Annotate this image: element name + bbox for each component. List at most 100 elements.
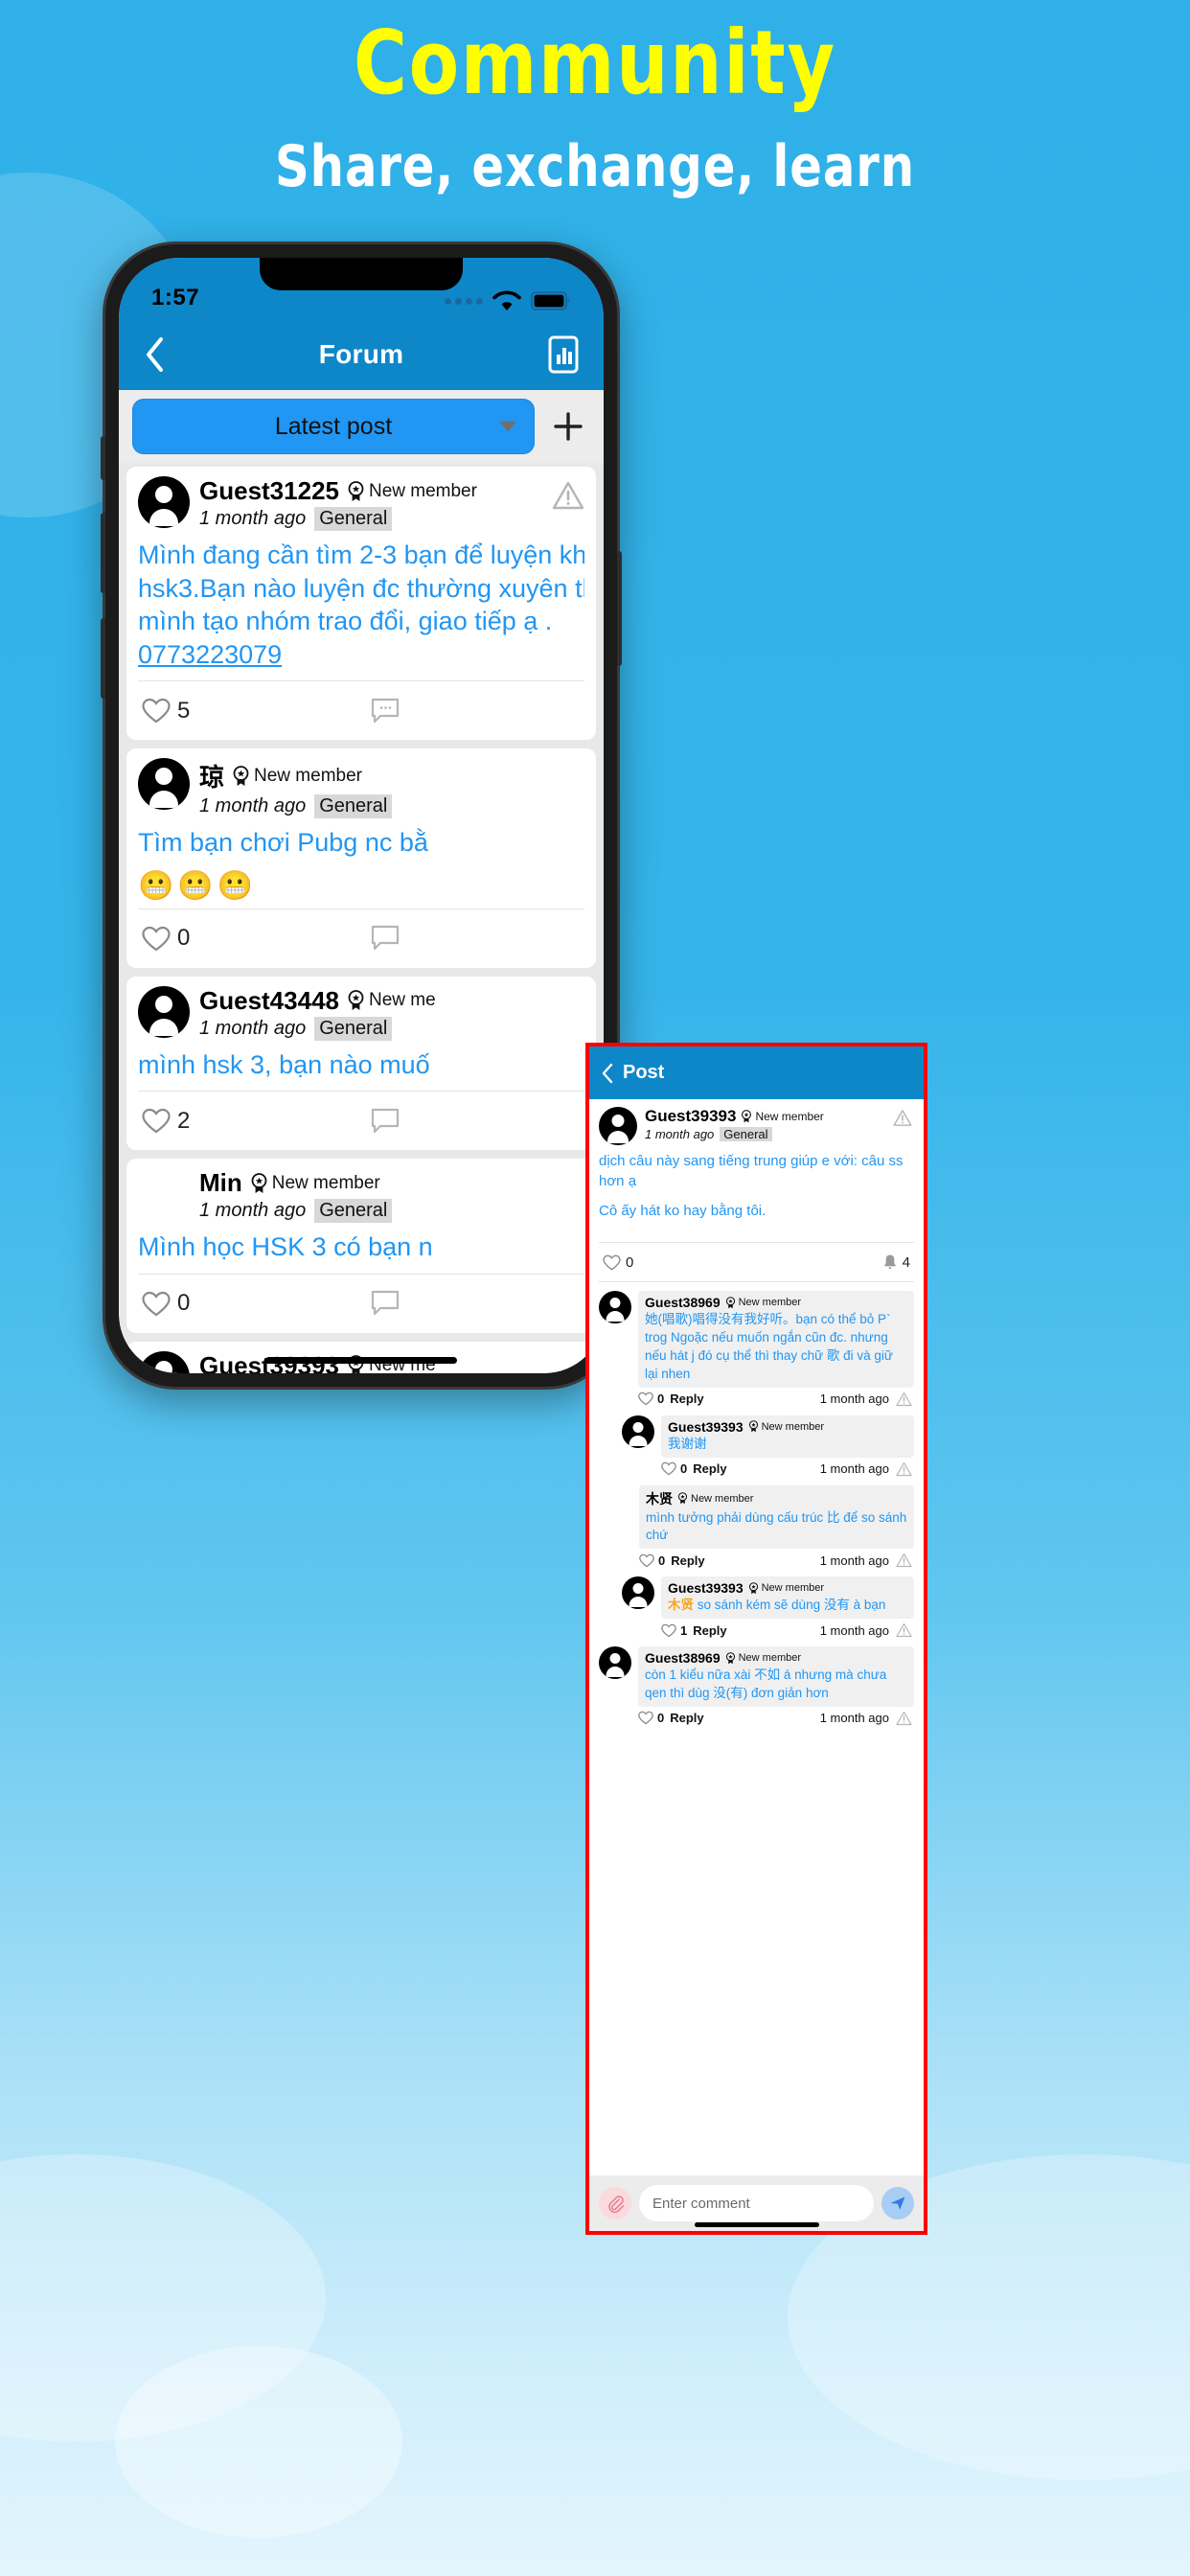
report-button[interactable] xyxy=(896,1622,912,1638)
post-category-tag[interactable]: General xyxy=(314,794,393,819)
member-badge: New member xyxy=(725,1651,801,1665)
overlay-scroll-area[interactable]: Guest39393 New member 1 month ago Genera… xyxy=(589,1099,924,2175)
ranking-button[interactable] xyxy=(540,335,579,374)
post-timestamp: 1 month ago xyxy=(199,795,307,817)
comment-item[interactable]: Guest39393 New member 木贤 so sánh kém sẽ … xyxy=(589,1568,924,1638)
warning-triangle-icon xyxy=(896,1461,912,1476)
report-button[interactable] xyxy=(893,1109,912,1127)
like-count: 0 xyxy=(680,1461,688,1477)
overlay-post-category-tag[interactable]: General xyxy=(720,1127,772,1141)
comment-mention[interactable]: 木贤 xyxy=(668,1598,694,1612)
post-meta: 琼 New member 1 month ago General xyxy=(199,758,584,819)
user-avatar-icon[interactable] xyxy=(138,1350,190,1373)
bell-count: 4 xyxy=(902,1254,910,1271)
report-button[interactable] xyxy=(896,1392,912,1407)
post-body-line: Mình đang cần tìm 2-3 bạn để luyện khẩu … xyxy=(138,540,584,569)
comment-username[interactable]: Guest39393 xyxy=(668,1419,744,1435)
comment-button[interactable] xyxy=(371,1108,400,1135)
like-button[interactable]: 0 xyxy=(638,1392,664,1406)
post-category-tag[interactable]: General xyxy=(314,507,393,531)
reply-button[interactable]: Reply xyxy=(671,1553,704,1568)
post-username[interactable]: Guest43448 xyxy=(199,986,339,1016)
post-phone-link[interactable]: 0773223079 xyxy=(138,638,584,672)
member-badge-label: New member xyxy=(755,1110,824,1123)
comment-footer: 1 Reply 1 month ago xyxy=(661,1622,914,1638)
like-button[interactable]: 2 xyxy=(142,1108,190,1135)
post-body-line: mình hsk 3, bạn nào muố xyxy=(138,1049,430,1079)
report-button[interactable] xyxy=(896,1711,912,1726)
post-card[interactable]: Guest43448 New me 1 month ago General mì… xyxy=(126,976,596,1151)
comment-bubble: Guest38969 New member 她(唱歌)唱得没有我好听。bạn c… xyxy=(638,1291,914,1388)
add-post-button[interactable] xyxy=(546,399,590,454)
comment-username[interactable]: Guest39393 xyxy=(668,1580,744,1596)
post-card[interactable]: Min New member 1 month ago General Mình … xyxy=(126,1159,596,1333)
like-button[interactable]: 1 xyxy=(661,1623,687,1638)
sort-dropdown-label: Latest post xyxy=(274,412,393,440)
report-button[interactable] xyxy=(896,1552,912,1568)
like-button[interactable]: 0 xyxy=(638,1711,664,1725)
user-avatar-icon[interactable] xyxy=(138,758,190,811)
comment-item[interactable]: 木贤 New member mình tưởng phải dùng cấu t… xyxy=(589,1477,924,1569)
bell-icon xyxy=(883,1254,896,1269)
user-avatar-icon[interactable] xyxy=(599,1107,637,1145)
home-indicator[interactable] xyxy=(694,2222,819,2227)
post-username[interactable]: Guest31225 xyxy=(199,476,339,506)
comment-username[interactable]: Guest38969 xyxy=(645,1650,721,1666)
user-avatar-icon[interactable] xyxy=(599,1291,631,1324)
user-avatar-icon[interactable] xyxy=(622,1576,654,1610)
comment-button[interactable] xyxy=(371,698,400,724)
reply-button[interactable]: Reply xyxy=(670,1711,703,1725)
back-button[interactable] xyxy=(144,336,182,373)
report-button[interactable] xyxy=(896,1461,912,1477)
sort-dropdown[interactable]: Latest post xyxy=(132,399,535,454)
overlay-back-button[interactable] xyxy=(601,1063,613,1084)
promo-headline: Community xyxy=(353,12,837,114)
post-category-tag[interactable]: General xyxy=(314,1016,393,1041)
post-actions: 2 xyxy=(138,1091,584,1150)
user-avatar-icon[interactable] xyxy=(599,1646,631,1680)
comment-username[interactable]: Guest38969 xyxy=(645,1295,721,1310)
post-actions: 0 xyxy=(138,1273,584,1333)
post-username[interactable]: Min xyxy=(199,1168,242,1198)
reply-button[interactable]: Reply xyxy=(670,1392,703,1406)
send-button[interactable] xyxy=(881,2187,914,2220)
heart-icon xyxy=(142,926,171,952)
overlay-post-timestamp: 1 month ago xyxy=(645,1127,715,1141)
post-card[interactable]: 琼 New member 1 month ago General Tìm bạn… xyxy=(126,748,596,968)
reply-button[interactable]: Reply xyxy=(693,1461,726,1476)
report-button[interactable] xyxy=(552,480,584,511)
comment-item[interactable]: Guest38969 New member còn 1 kiểu nữa xài… xyxy=(589,1638,924,1726)
user-avatar-icon[interactable] xyxy=(138,985,190,1038)
like-button[interactable]: 5 xyxy=(142,698,190,724)
post-category-tag[interactable]: General xyxy=(314,1199,393,1224)
like-button[interactable]: 0 xyxy=(603,1254,633,1271)
like-button[interactable]: 0 xyxy=(142,1290,190,1317)
status-icons xyxy=(445,290,571,311)
phone-power-button xyxy=(617,551,622,666)
comment-item[interactable]: Guest39393 New member 我谢谢 0 Reply 1 mont… xyxy=(589,1407,924,1477)
subscribe-button[interactable]: 4 xyxy=(882,1254,910,1272)
comment-button[interactable] xyxy=(371,925,400,952)
post-username[interactable]: 琼 xyxy=(199,758,224,794)
overlay-post-username[interactable]: Guest39393 xyxy=(645,1107,736,1126)
phone-mockup: 1:57 Forum Latest post Guest31225 New me… xyxy=(101,242,622,1390)
comment-item[interactable]: Guest38969 New member 她(唱歌)唱得没有我好听。bạn c… xyxy=(589,1282,924,1407)
like-button[interactable]: 0 xyxy=(661,1461,687,1476)
forum-feed[interactable]: Guest31225 New member 1 month ago Genera… xyxy=(119,463,604,1373)
like-button[interactable]: 0 xyxy=(142,925,190,952)
like-button[interactable]: 0 xyxy=(639,1553,665,1568)
attach-button[interactable] xyxy=(599,2187,631,2220)
medal-icon xyxy=(725,1651,735,1664)
post-card[interactable]: Guest31225 New member 1 month ago Genera… xyxy=(126,467,596,741)
comment-bubble: Guest39393 New member 我谢谢 xyxy=(661,1414,914,1458)
post-detail-overlay[interactable]: Post Guest39393 New member 1 month ago G… xyxy=(585,1043,927,2235)
comment-button[interactable] xyxy=(371,1290,400,1317)
user-avatar-icon[interactable] xyxy=(622,1414,654,1448)
home-indicator[interactable] xyxy=(265,1357,457,1364)
comment-input[interactable]: Enter comment xyxy=(639,2185,874,2221)
reply-button[interactable]: Reply xyxy=(693,1623,726,1638)
comment-input-bar: Enter comment xyxy=(589,2175,924,2231)
user-avatar-icon[interactable] xyxy=(138,476,190,528)
comment-username[interactable]: 木贤 xyxy=(646,1489,673,1508)
phone-mute-switch xyxy=(101,436,105,480)
